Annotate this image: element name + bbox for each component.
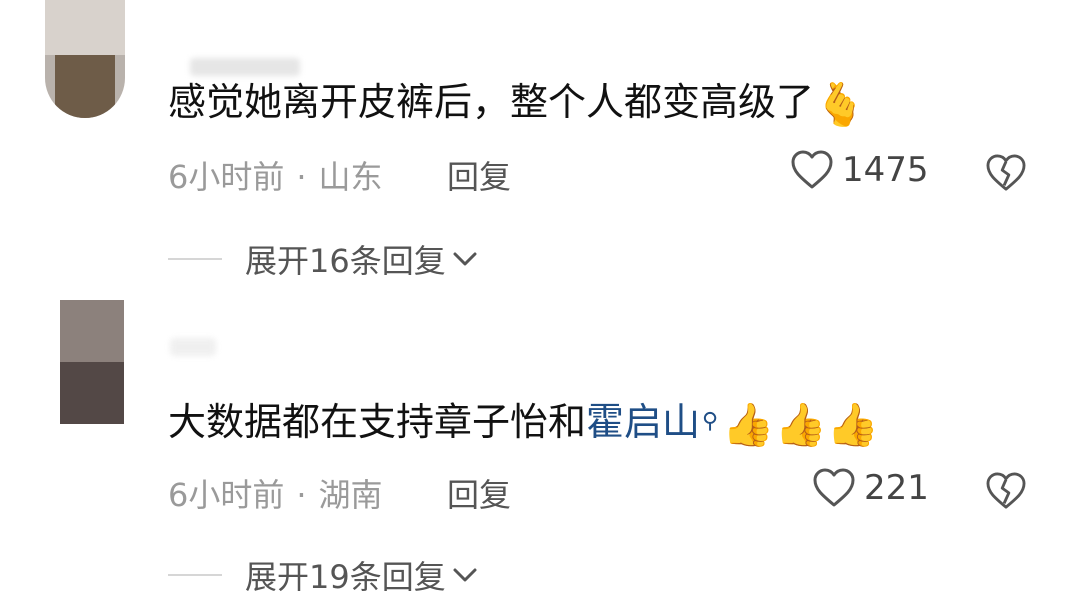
avatar[interactable] [60, 300, 124, 424]
comment-meta: 6小时前 · 湖南 [168, 470, 383, 516]
avatar-image-top [45, 0, 125, 55]
reply-button[interactable]: 回复 [447, 152, 511, 198]
chevron-down-icon [453, 252, 477, 266]
avatar-image-top [60, 300, 124, 362]
comment-text-body: 感觉她离开皮裤后，整个人都变高级了 [168, 80, 815, 124]
comment-text: 感觉她离开皮裤后，整个人都变高级了🫰 [168, 78, 866, 129]
like-count: 221 [864, 468, 929, 508]
search-icon[interactable]: ⚲ [702, 398, 718, 446]
expand-replies-button[interactable]: 展开16条回复 [245, 236, 478, 282]
dislike-button[interactable] [985, 472, 1027, 514]
comment-item: 感觉她离开皮裤后，整个人都变高级了🫰 6小时前 · 山东 回复 1475 展开16条… [0, 0, 1080, 290]
meta-separator: · [296, 158, 307, 196]
avatar-image-bottom [55, 55, 115, 118]
comment-location: 山东 [318, 158, 383, 196]
like-button[interactable]: 221 [812, 468, 929, 508]
chevron-down-icon [453, 568, 477, 582]
mention-link[interactable]: 霍启山 [586, 400, 700, 444]
finger-heart-emoji: 🫰 [814, 79, 867, 129]
thumbs-up-emoji: 👍👍👍 [722, 399, 880, 449]
like-count: 1475 [842, 150, 929, 190]
avatar-image-bottom [60, 362, 124, 424]
heart-outline-icon [813, 468, 855, 507]
comment-time: 6小时前 [168, 476, 285, 514]
comment-text: 大数据都在支持章子怡和霍启山⚲👍👍👍 [168, 398, 879, 449]
dislike-button[interactable] [985, 154, 1027, 196]
expand-replies-label: 展开19条回复 [245, 558, 446, 596]
username-redacted [170, 338, 216, 356]
expand-replies-label: 展开16条回复 [245, 242, 446, 280]
comment-text-body: 大数据都在支持章子怡和 [168, 400, 587, 444]
expand-divider [168, 574, 222, 576]
expand-replies-button[interactable]: 展开19条回复 [245, 552, 478, 598]
comment-location: 湖南 [318, 476, 383, 514]
reply-button[interactable]: 回复 [447, 470, 511, 516]
meta-separator: · [296, 476, 307, 514]
username-redacted [190, 58, 300, 76]
comment-item [0, 300, 1080, 608]
heart-outline-icon [791, 150, 833, 189]
comment-meta: 6小时前 · 山东 [168, 152, 383, 198]
like-button[interactable]: 1475 [790, 150, 929, 190]
broken-heart-icon [986, 154, 1026, 191]
avatar[interactable] [45, 0, 125, 118]
expand-divider [168, 258, 222, 260]
broken-heart-icon [986, 472, 1026, 509]
comment-time: 6小时前 [168, 158, 285, 196]
